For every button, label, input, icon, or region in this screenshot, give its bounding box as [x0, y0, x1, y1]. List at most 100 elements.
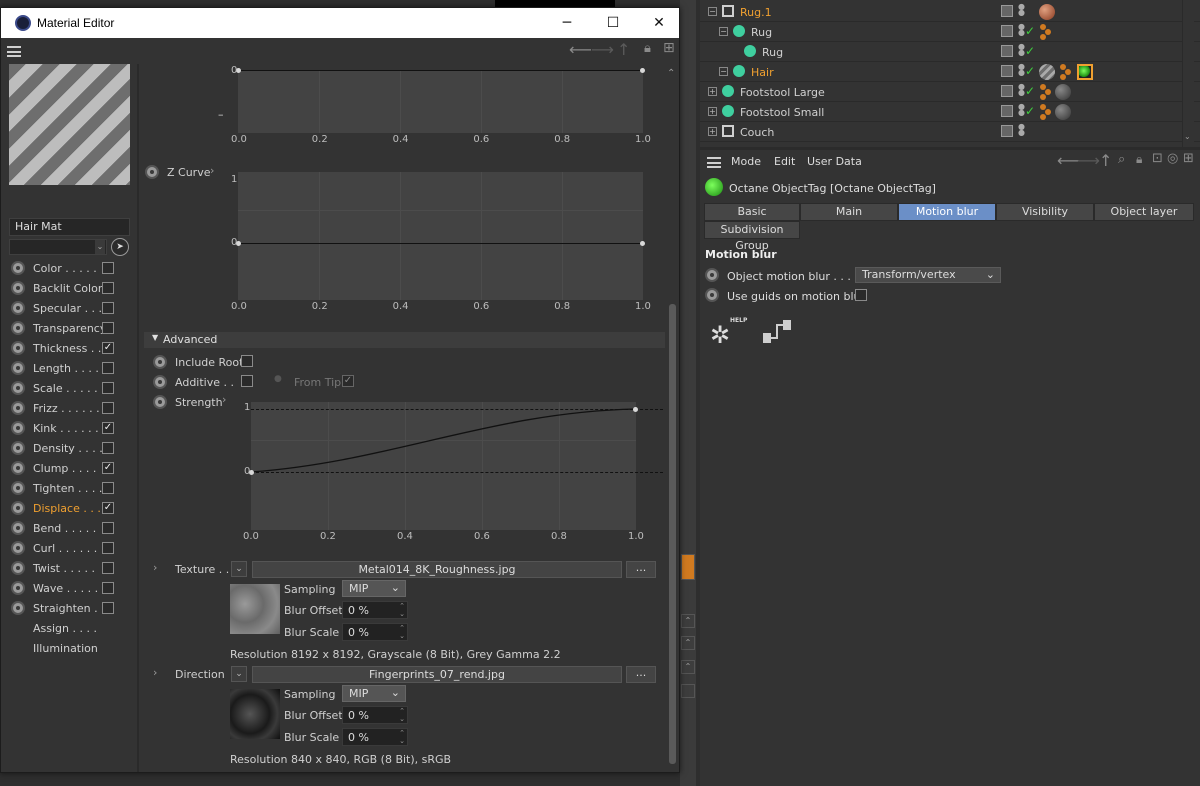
channel-checkbox[interactable]: ✓: [102, 422, 114, 434]
use-guids-radio[interactable]: [705, 288, 719, 302]
channel-radio[interactable]: [11, 541, 25, 555]
channel-checkbox[interactable]: [102, 322, 114, 334]
z-curve-graph[interactable]: [236, 172, 645, 300]
visibility-dots-icon[interactable]: ● ●: [1018, 63, 1025, 77]
expand-toggle-icon[interactable]: +: [708, 127, 717, 136]
layer-box[interactable]: [1001, 125, 1013, 137]
direction-browse-button[interactable]: ...: [626, 666, 656, 683]
material-tag-icon[interactable]: [1055, 104, 1071, 120]
material-tag-icon[interactable]: [1039, 4, 1055, 20]
layer-box[interactable]: [1001, 65, 1013, 77]
scroll-up-icon[interactable]: ⌃: [667, 68, 675, 79]
channel-radio[interactable]: [11, 561, 25, 575]
curve-point[interactable]: [633, 407, 638, 412]
channel-row[interactable]: Thickness . . ✓: [9, 338, 137, 358]
additive-radio[interactable]: [153, 375, 167, 389]
layer-box[interactable]: [1001, 5, 1013, 17]
material-preview[interactable]: [9, 64, 130, 185]
tab-motion-blur[interactable]: Motion blur: [898, 203, 996, 221]
object-row[interactable]: − Rug.1 ● ●: [700, 2, 1200, 22]
spinner-icon[interactable]: ⌃ ⌄: [399, 624, 405, 640]
visibility-dots-icon[interactable]: ● ●: [1018, 123, 1025, 137]
tab-subdivision-group[interactable]: Subdivision Group: [704, 221, 800, 252]
channel-radio[interactable]: [11, 441, 25, 455]
channel-radio[interactable]: [11, 501, 25, 515]
expand-toggle-icon[interactable]: −: [708, 7, 717, 16]
channel-checkbox[interactable]: ✓: [102, 502, 114, 514]
channel-checkbox[interactable]: [102, 602, 114, 614]
visibility-dots-icon[interactable]: ● ●: [1018, 23, 1025, 37]
channel-radio[interactable]: [11, 341, 25, 355]
vertical-scrollbar[interactable]: [669, 304, 676, 764]
channel-radio[interactable]: [11, 481, 25, 495]
close-button[interactable]: ✕: [636, 8, 682, 38]
advanced-section-header[interactable]: ▼ Advanced: [144, 332, 665, 348]
channel-radio[interactable]: [11, 301, 25, 315]
channel-checkbox[interactable]: [102, 262, 114, 274]
channel-radio[interactable]: [11, 461, 25, 475]
include-root-radio[interactable]: [153, 355, 167, 369]
new-window-icon[interactable]: ⊞: [663, 40, 675, 56]
blur-offset-field[interactable]: 0 % ⌃ ⌄: [342, 706, 408, 724]
visibility-dots-icon[interactable]: ● ●: [1018, 83, 1025, 97]
material-dropdown[interactable]: ⌄: [9, 239, 107, 255]
layer-box[interactable]: [1001, 105, 1013, 117]
channel-radio[interactable]: [11, 421, 25, 435]
expand-arrow-icon[interactable]: ›: [153, 666, 157, 679]
back-arrow-icon[interactable]: ⟵: [569, 40, 592, 59]
object-row[interactable]: Rug ● ● ✓: [700, 42, 1200, 62]
enabled-check-icon[interactable]: ✓: [1025, 104, 1035, 118]
expand-arrow-icon[interactable]: ›: [210, 164, 214, 177]
object-scrollbar[interactable]: ⌄: [1182, 0, 1194, 147]
hamburger-menu-icon[interactable]: [7, 46, 21, 57]
up-arrow-icon[interactable]: ↑: [617, 40, 630, 59]
octane-object-tag-icon[interactable]: [1077, 64, 1093, 80]
sampling-select[interactable]: MIP ⌄: [342, 685, 406, 702]
background-spinner[interactable]: ⌃: [681, 660, 695, 674]
channel-checkbox[interactable]: [102, 562, 114, 574]
scroll-down-icon[interactable]: ⌄: [1184, 132, 1191, 141]
spinner-icon[interactable]: ⌃ ⌄: [399, 729, 405, 745]
from-tip-checkbox[interactable]: ✓: [342, 375, 354, 387]
visibility-dots-icon[interactable]: ● ●: [1018, 103, 1025, 117]
channel-checkbox[interactable]: [102, 442, 114, 454]
expand-toggle-icon[interactable]: −: [719, 67, 728, 76]
strength-radio[interactable]: [153, 395, 167, 409]
channel-radio[interactable]: [11, 521, 25, 535]
spinner-icon[interactable]: ⌃ ⌄: [399, 602, 405, 618]
object-motion-blur-radio[interactable]: [705, 268, 719, 282]
channel-row[interactable]: Clump . . . . ✓: [9, 458, 137, 478]
channel-checkbox[interactable]: [102, 522, 114, 534]
texture-browse-button[interactable]: ...: [626, 561, 656, 578]
curve-point[interactable]: [640, 68, 645, 73]
channel-radio[interactable]: [11, 321, 25, 335]
channel-row[interactable]: Backlit Color: [9, 278, 137, 298]
background-spinner[interactable]: ⌃: [681, 636, 695, 650]
channel-row[interactable]: Kink . . . . . . ✓: [9, 418, 137, 438]
picker-icon[interactable]: ➤: [111, 238, 129, 256]
channel-radio[interactable]: [11, 281, 25, 295]
expand-toggle-icon[interactable]: +: [708, 87, 717, 96]
object-row[interactable]: − Rug ● ● ✓: [700, 22, 1200, 42]
direction-dropdown[interactable]: ⌄: [231, 666, 247, 682]
tab-basic[interactable]: Basic: [704, 203, 800, 221]
hair-material-tag-icon[interactable]: [1039, 64, 1055, 80]
material-tag-icon[interactable]: [1055, 84, 1071, 100]
additive-checkbox[interactable]: [241, 375, 253, 387]
z-curve-radio[interactable]: [145, 165, 159, 179]
object-row[interactable]: + Footstool Small ● ● ✓: [700, 102, 1200, 122]
enabled-check-icon[interactable]: ✓: [1025, 84, 1035, 98]
visibility-dots-icon[interactable]: ● ●: [1018, 3, 1025, 17]
layer-box[interactable]: [1001, 85, 1013, 97]
channel-radio[interactable]: [11, 361, 25, 375]
channel-checkbox[interactable]: ✓: [102, 342, 114, 354]
channel-radio[interactable]: [11, 581, 25, 595]
channel-checkbox[interactable]: [102, 302, 114, 314]
channel-checkbox[interactable]: [102, 542, 114, 554]
menu-mode[interactable]: Mode: [731, 155, 761, 168]
channel-checkbox[interactable]: [102, 362, 114, 374]
enabled-check-icon[interactable]: ✓: [1025, 64, 1035, 78]
object-motion-blur-select[interactable]: Transform/vertex ⌄: [855, 267, 1001, 283]
spinner-icon[interactable]: ⌃ ⌄: [399, 707, 405, 723]
material-name-field[interactable]: Hair Mat: [9, 218, 130, 236]
